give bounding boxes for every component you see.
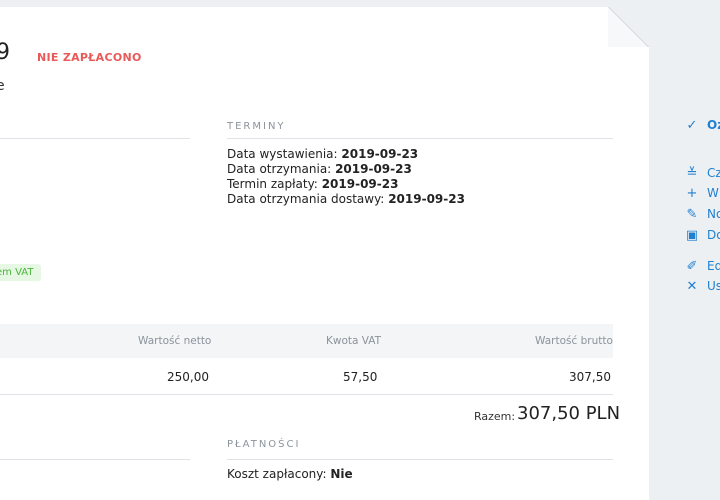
left-bottom-divider: [0, 459, 190, 460]
table-bottom-divider: [0, 394, 613, 395]
terms-list: Data wystawienia: 2019-09-23 Data otrzym…: [227, 147, 465, 207]
header-net-value: Wartość netto: [138, 335, 212, 347]
payments-divider: [227, 459, 613, 460]
partial-payment-action[interactable]: ≚ Cz: [684, 166, 720, 181]
note-action[interactable]: ✎ No: [684, 207, 720, 222]
payment-status-badge: NIE ZAPŁACONO: [37, 51, 142, 64]
pencil-icon: ✐: [686, 259, 698, 274]
close-icon: ✕: [686, 279, 698, 294]
add-action[interactable]: + W: [684, 186, 719, 201]
left-section-divider: [0, 138, 190, 139]
document-action[interactable]: ▣ Do: [684, 228, 720, 243]
cell-vat-amount: 57,50: [343, 370, 378, 384]
edit-action[interactable]: ✐ Ed: [684, 259, 720, 274]
total-label: Razem:: [474, 410, 516, 423]
header-gross-value: Wartość brutto: [535, 335, 613, 347]
cell-gross-value: 307,50: [569, 370, 611, 384]
edit-note-icon: ✎: [686, 207, 698, 222]
checklist-icon: ≚: [686, 166, 698, 181]
term-delivery-date: Data otrzymania dostawy: 2019-09-23: [227, 192, 465, 206]
payments-title: PŁATNOŚCI: [227, 439, 301, 450]
table-header: [0, 324, 613, 358]
document-icon: ▣: [685, 228, 699, 243]
invoice-subtitle: e: [0, 78, 5, 94]
invoice-paper: [0, 7, 649, 500]
paid-status: Koszt zapłacony: Nie: [227, 467, 353, 481]
page-fold-line: [608, 7, 649, 47]
check-icon: ✓: [686, 118, 698, 133]
total-value: 307,50 PLN: [517, 403, 621, 424]
delete-action[interactable]: ✕ Us: [684, 279, 720, 294]
mark-paid-action[interactable]: ✓Oz: [684, 118, 720, 133]
terms-divider: [227, 138, 613, 139]
term-issue-date: Data wystawienia: 2019-09-23: [227, 147, 419, 161]
term-payment-due: Termin zapłaty: 2019-09-23: [227, 177, 399, 191]
term-receive-date: Data otrzymania: 2019-09-23: [227, 162, 412, 176]
vat-badge: em VAT: [0, 264, 42, 281]
plus-icon: +: [686, 186, 698, 201]
cell-net-value: 250,00: [167, 370, 209, 384]
header-vat-amount: Kwota VAT: [326, 335, 382, 347]
terms-title: TERMINY: [227, 121, 286, 132]
invoice-number: 9: [0, 40, 10, 65]
